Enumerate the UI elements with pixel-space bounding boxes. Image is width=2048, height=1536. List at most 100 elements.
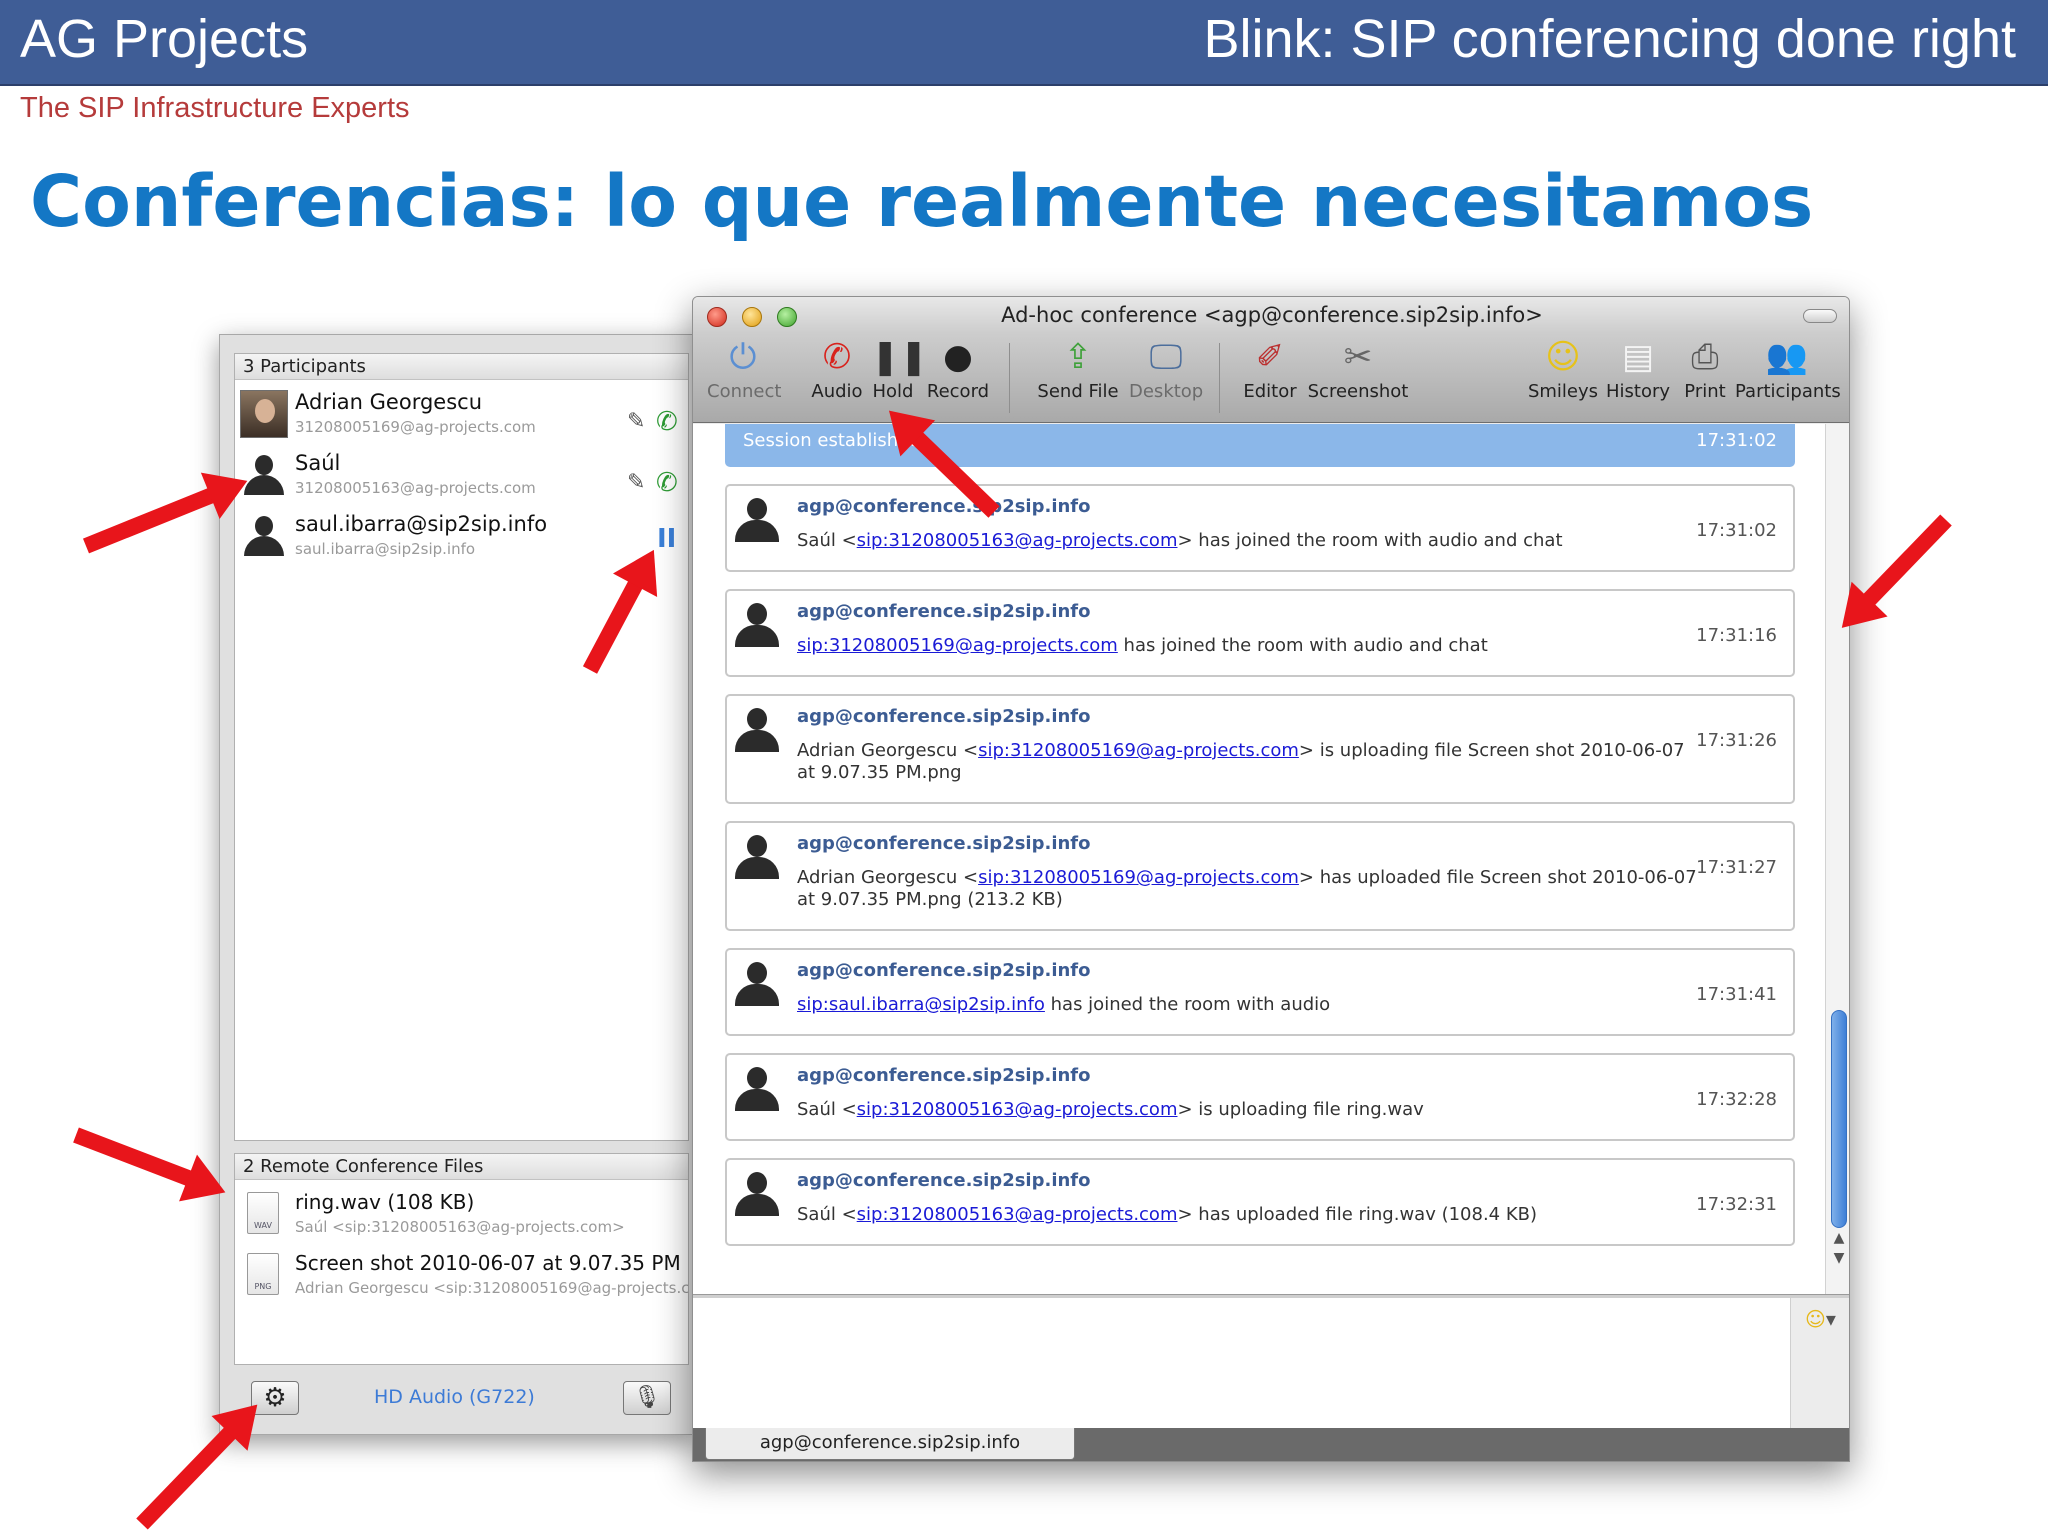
phone-icon: ✆ [656,407,678,437]
org-name: AG Projects [20,9,309,69]
sip-link[interactable]: sip:31208005169@ag-projects.com [978,740,1299,761]
editor-label: Editor [1243,381,1297,402]
message-suffix: > has joined the room with audio and cha… [1177,530,1563,551]
message-sender: agp@conference.sip2sip.info [797,1065,1091,1086]
chat-transcript: Session established 17:31:02 agp@confere… [693,424,1825,1294]
audio-button[interactable]: ✆ Audio [809,333,865,423]
annotation-arrow [83,486,219,554]
message-time: 17:31:02 [1696,520,1777,541]
sip-link[interactable]: sip:31208005169@ag-projects.com [978,867,1299,888]
smiley-picker-button[interactable]: ☺▾ [1805,1307,1836,1331]
mute-button[interactable]: 🎙 [623,1381,671,1415]
chat-scrollbar[interactable]: ▲ ▼ [1825,424,1849,1294]
participant-row[interactable]: Saúl 31208005163@ag-projects.com ✎ ✆ [235,445,688,505]
scroll-up-arrow-icon[interactable]: ▲ [1830,1230,1848,1246]
annotation-arrow [136,1423,240,1530]
phone-icon: ✆ [656,468,678,498]
power-icon: ⏻ [729,337,757,377]
codec-label: HD Audio (G722) [374,1386,535,1408]
person-silhouette-icon [735,962,779,1006]
smileys-label: Smileys [1527,381,1599,402]
message-input[interactable] [693,1298,1791,1428]
chat-message: agp@conference.sip2sip.info Adrian Georg… [725,694,1795,804]
message-prefix: Adrian Georgescu < [797,867,979,888]
message-sender: agp@conference.sip2sip.info [797,601,1091,622]
participant-uri: saul.ibarra@sip2sip.info [295,540,476,558]
message-suffix: > has uploaded file ring.wav (108.4 KB) [1177,1204,1538,1225]
participants-drawer: 3 Participants Adrian Georgescu 31208005… [219,334,694,1435]
chat-window: Ad-hoc conference <agp@conference.sip2si… [692,296,1850,1462]
participants-list: 3 Participants Adrian Georgescu 31208005… [234,353,689,1141]
annotation-arrow [1859,514,1952,610]
image-file-icon: PNG [247,1253,279,1295]
conference-files-list: 2 Remote Conference Files WAV ring.wav (… [234,1153,689,1365]
screenshot-label: Screenshot [1307,381,1409,402]
file-name: ring.wav (108 KB) [295,1190,475,1214]
chat-message: agp@conference.sip2sip.info Saúl <sip:31… [725,1053,1795,1141]
scrollbar-thumb[interactable] [1831,1010,1847,1228]
chevron-down-icon: ▾ [1825,1307,1836,1331]
tab-conference[interactable]: agp@conference.sip2sip.info [705,1428,1075,1460]
scroll-down-arrow-icon[interactable]: ▼ [1830,1250,1848,1266]
participants-button[interactable]: 👥 Participants [1735,333,1841,423]
person-silhouette-icon [735,708,779,752]
participants-label: Participants [1735,381,1841,402]
send-file-icon: ⇪ [1063,337,1093,377]
message-text: sip:saul.ibarra@sip2sip.info has joined … [797,994,1697,1016]
hold-icon: II [657,524,677,554]
send-file-button[interactable]: ⇪ Send File [1035,333,1121,423]
desktop-button[interactable]: 🖵 Desktop [1129,333,1203,423]
slide-heading: Conferencias: lo que realmente necesitam… [30,160,1814,243]
drawer-bottom-bar: ⚙ HD Audio (G722) 🎙 [234,1375,689,1425]
message-time: 17:32:28 [1696,1089,1777,1110]
message-time: 17:31:26 [1696,730,1777,751]
file-sender: Adrian Georgescu <sip:31208005169@ag-pro… [295,1279,689,1297]
sip-link[interactable]: sip:31208005169@ag-projects.com [797,635,1118,656]
toolbar-separator [1009,343,1010,413]
participants-icon: 👥 [1765,337,1809,377]
screenshot-button[interactable]: ✂ Screenshot [1307,333,1409,423]
message-text: sip:31208005169@ag-projects.com has join… [797,635,1697,657]
participant-row[interactable]: Adrian Georgescu 31208005169@ag-projects… [235,384,688,444]
message-time: 17:31:16 [1696,625,1777,646]
file-row[interactable]: WAV ring.wav (108 KB) Saúl <sip:31208005… [235,1184,688,1244]
sip-link[interactable]: sip:31208005163@ag-projects.com [857,1204,1178,1225]
record-button[interactable]: ● Record [925,333,991,423]
message-prefix: Saúl < [797,1099,857,1120]
participant-name: saul.ibarra@sip2sip.info [295,512,548,536]
editor-button[interactable]: ✐ Editor [1237,333,1303,423]
session-status-time: 17:31:02 [1696,430,1777,451]
header-banner: AG Projects Blink: SIP conferencing done… [0,0,2048,86]
participants-header: 3 Participants [235,354,688,380]
toolbar-toggle-button[interactable] [1803,309,1837,323]
sip-link[interactable]: sip:31208005163@ag-projects.com [857,1099,1178,1120]
history-button[interactable]: ▤ History [1603,333,1673,423]
printer-icon: ⎙ [1691,337,1719,377]
sip-link[interactable]: sip:saul.ibarra@sip2sip.info [797,994,1045,1015]
file-row[interactable]: PNG Screen shot 2010-06-07 at 9.07.35 PM… [235,1245,689,1305]
person-silhouette-icon [735,1067,779,1111]
sip-link[interactable]: sip:31208005163@ag-projects.com [857,530,1178,551]
tagline: The SIP Infrastructure Experts [20,92,410,124]
message-prefix: Saúl < [797,530,857,551]
person-silhouette-icon [735,835,779,879]
smiley-icon: ☺ [1545,337,1581,377]
chat-message: agp@conference.sip2sip.info sip:saul.iba… [725,948,1795,1036]
screenshot-icon: ✂ [1343,337,1373,377]
message-text: Adrian Georgescu <sip:31208005169@ag-pro… [797,740,1697,784]
person-silhouette-icon [735,498,779,542]
smileys-button[interactable]: ☺ Smileys [1523,333,1603,423]
message-sender: agp@conference.sip2sip.info [797,960,1091,981]
connect-button[interactable]: ⏻ Connect [707,333,781,423]
tab-strip: agp@conference.sip2sip.info [693,1428,1849,1461]
gear-icon: ⚙ [263,1383,287,1413]
chat-message: agp@conference.sip2sip.info Saúl <sip:31… [725,484,1795,572]
participant-uri: 31208005169@ag-projects.com [295,418,536,436]
person-silhouette-icon [735,1172,779,1216]
participant-name: Adrian Georgescu [295,390,483,414]
slide-title: Blink: SIP conferencing done right [1203,9,2016,69]
message-time: 17:31:41 [1696,984,1777,1005]
print-button[interactable]: ⎙ Print [1677,333,1733,423]
person-silhouette-icon [735,603,779,647]
print-label: Print [1684,381,1726,402]
